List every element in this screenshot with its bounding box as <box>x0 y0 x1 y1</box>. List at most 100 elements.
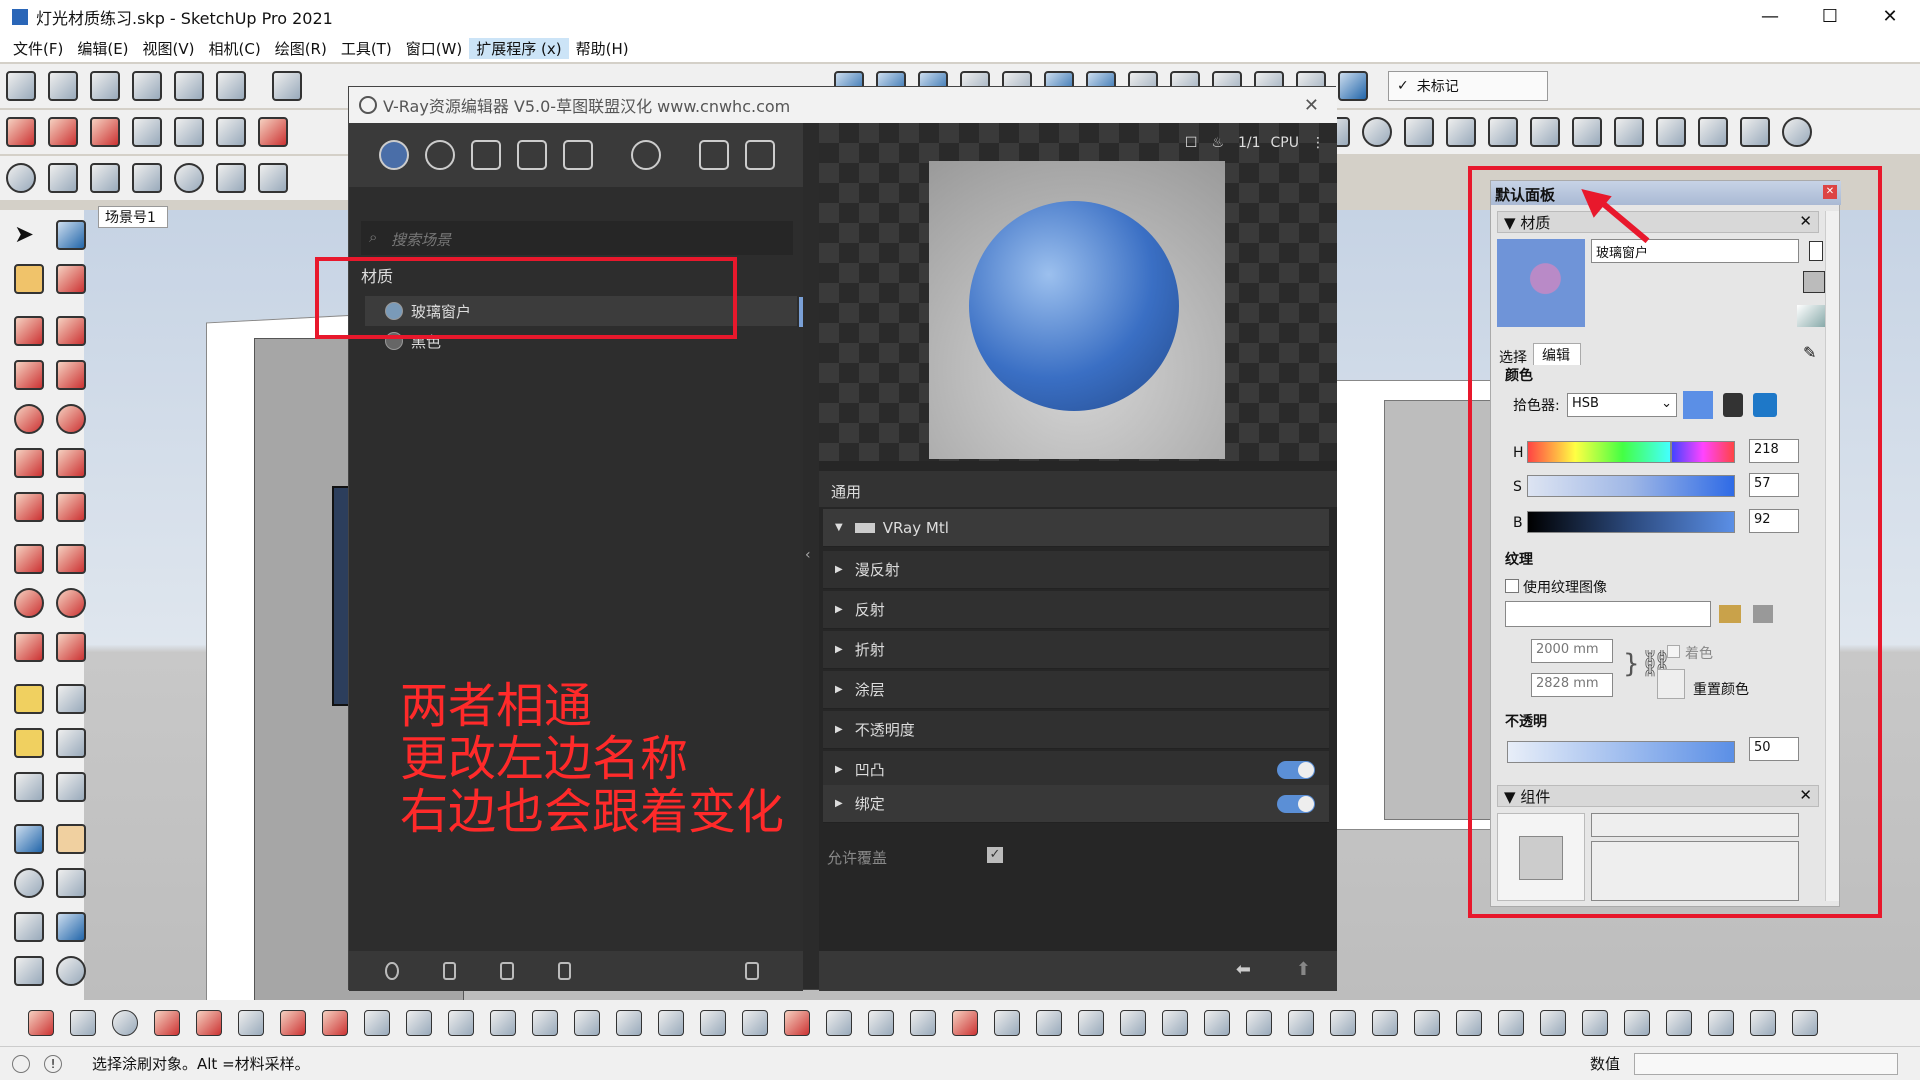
eraser-tool-icon[interactable] <box>56 264 86 294</box>
tool-41-icon[interactable] <box>1708 1010 1734 1036</box>
tool-2-icon[interactable] <box>70 1010 96 1036</box>
home-outline-icon[interactable] <box>174 71 204 101</box>
preview-teapot-icon[interactable]: ♨ <box>1211 135 1224 151</box>
render-teapot-icon[interactable] <box>699 140 729 170</box>
menu-file[interactable]: 文件(F) <box>6 38 70 59</box>
scene-tab[interactable]: 场景号1 <box>98 206 168 228</box>
brush-icon[interactable] <box>1404 117 1434 147</box>
sync-icon[interactable] <box>174 163 204 193</box>
text-tool-icon[interactable] <box>56 728 86 758</box>
bump-toggle[interactable] <box>1277 761 1315 779</box>
tool-17-icon[interactable] <box>700 1010 726 1036</box>
layer-diffuse[interactable]: ▶ 漫反射 <box>823 551 1329 589</box>
vray-close-button[interactable]: ✕ <box>1304 95 1319 116</box>
menu-window[interactable]: 窗口(W) <box>399 38 470 59</box>
layer-coat[interactable]: ▶ 涂层 <box>823 671 1329 709</box>
add-asset-icon[interactable] <box>385 962 399 980</box>
tool-33-icon[interactable] <box>1372 1010 1398 1036</box>
tool-12-icon[interactable] <box>490 1010 516 1036</box>
tool-28-icon[interactable] <box>1162 1010 1188 1036</box>
settings-gear-icon[interactable] <box>631 140 661 170</box>
orbit-icon[interactable] <box>14 824 44 854</box>
interactive-render-icon[interactable] <box>90 163 120 193</box>
lightmix-icon[interactable] <box>258 163 288 193</box>
paint-bucket-icon[interactable] <box>14 264 44 294</box>
allow-override-checkbox[interactable]: ✓ <box>987 847 1003 863</box>
tool-40-icon[interactable] <box>1666 1010 1692 1036</box>
tool-13-icon[interactable] <box>532 1010 558 1036</box>
pie-icon[interactable] <box>56 492 86 522</box>
tool-27-icon[interactable] <box>1120 1010 1146 1036</box>
swirl-icon[interactable] <box>1362 117 1392 147</box>
engine-label[interactable]: CPU <box>1271 135 1299 151</box>
pan-hand-icon[interactable] <box>56 824 86 854</box>
vray-logo-icon[interactable] <box>6 163 36 193</box>
tool-42-icon[interactable] <box>1750 1010 1776 1036</box>
house-icon[interactable] <box>90 71 120 101</box>
square-icon[interactable]: ☐ <box>1185 135 1198 151</box>
tool-39-icon[interactable] <box>1624 1010 1650 1036</box>
tool-34-icon[interactable] <box>1414 1010 1440 1036</box>
materials-category-icon[interactable] <box>379 140 409 170</box>
material-icon[interactable] <box>6 117 36 147</box>
layer-bump[interactable]: ▶ 凹凸 <box>823 751 1329 789</box>
tool-11-icon[interactable] <box>448 1010 474 1036</box>
grid-icon[interactable] <box>48 117 78 147</box>
frame-buffer-window-icon[interactable] <box>745 140 775 170</box>
tool-35-icon[interactable] <box>1456 1010 1482 1036</box>
arc-icon[interactable] <box>14 448 44 478</box>
book-icon[interactable] <box>48 71 78 101</box>
collapse-arrow-left[interactable]: ‹ <box>805 547 811 563</box>
tool-15-icon[interactable] <box>616 1010 642 1036</box>
tool-37-icon[interactable] <box>1540 1010 1566 1036</box>
rotated-rect-icon[interactable] <box>56 360 86 390</box>
menu-edit[interactable]: 编辑(E) <box>70 38 135 59</box>
cube-red-icon[interactable] <box>90 117 120 147</box>
layer-opacity[interactable]: ▶ 不透明度 <box>823 711 1329 749</box>
tool-3-icon[interactable] <box>112 1010 138 1036</box>
tool-5-icon[interactable] <box>196 1010 222 1036</box>
save-icon[interactable] <box>500 962 514 980</box>
menu-camera[interactable]: 相机(C) <box>202 38 268 59</box>
zoom-extents-icon[interactable] <box>14 912 44 942</box>
push-pull-icon[interactable] <box>56 544 86 574</box>
make-component-icon[interactable] <box>56 220 86 250</box>
list-scrollbar[interactable] <box>799 297 803 327</box>
cloud-icon[interactable] <box>132 163 162 193</box>
geo-location-icon[interactable] <box>12 1054 30 1073</box>
teapot-icon[interactable] <box>48 163 78 193</box>
delete-icon[interactable] <box>557 962 572 980</box>
tool-16-icon[interactable] <box>658 1010 684 1036</box>
eraser-icon[interactable] <box>272 71 302 101</box>
polygon-icon[interactable] <box>56 404 86 434</box>
menu-draw[interactable]: 绘图(R) <box>268 38 334 59</box>
follow-me-icon[interactable] <box>56 588 86 618</box>
freehand-icon[interactable] <box>56 316 86 346</box>
geometry-category-icon[interactable] <box>471 140 501 170</box>
tags-icon[interactable] <box>1338 71 1368 101</box>
previous-view-icon[interactable] <box>56 912 86 942</box>
tool-6-icon[interactable] <box>238 1010 264 1036</box>
tool-29-icon[interactable] <box>1204 1010 1230 1036</box>
panel-icon[interactable] <box>1614 117 1644 147</box>
tool-32-icon[interactable] <box>1330 1010 1356 1036</box>
triangle-icon[interactable] <box>1530 117 1560 147</box>
light-icon[interactable] <box>174 117 204 147</box>
close-button[interactable]: ✕ <box>1860 0 1920 34</box>
dots-icon[interactable] <box>1572 117 1602 147</box>
zoom-icon[interactable] <box>14 868 44 898</box>
purge-icon[interactable] <box>745 962 759 980</box>
binding-toggle[interactable] <box>1277 795 1315 813</box>
measurements-input[interactable] <box>1634 1053 1898 1075</box>
maximize-button[interactable]: ☐ <box>1800 0 1860 34</box>
move-icon[interactable] <box>14 544 44 574</box>
up-arrow-icon[interactable]: ⬆ <box>1296 959 1311 980</box>
camera-icon[interactable] <box>1782 117 1812 147</box>
offset-icon[interactable] <box>56 632 86 662</box>
tool-1-icon[interactable] <box>28 1010 54 1036</box>
info-icon[interactable]: ! <box>44 1054 62 1073</box>
plane-icon[interactable] <box>258 117 288 147</box>
position-camera-icon[interactable] <box>14 956 44 986</box>
search-scene-input[interactable]: ⌕ 搜索场景 <box>361 221 793 255</box>
tool-30-icon[interactable] <box>1246 1010 1272 1036</box>
